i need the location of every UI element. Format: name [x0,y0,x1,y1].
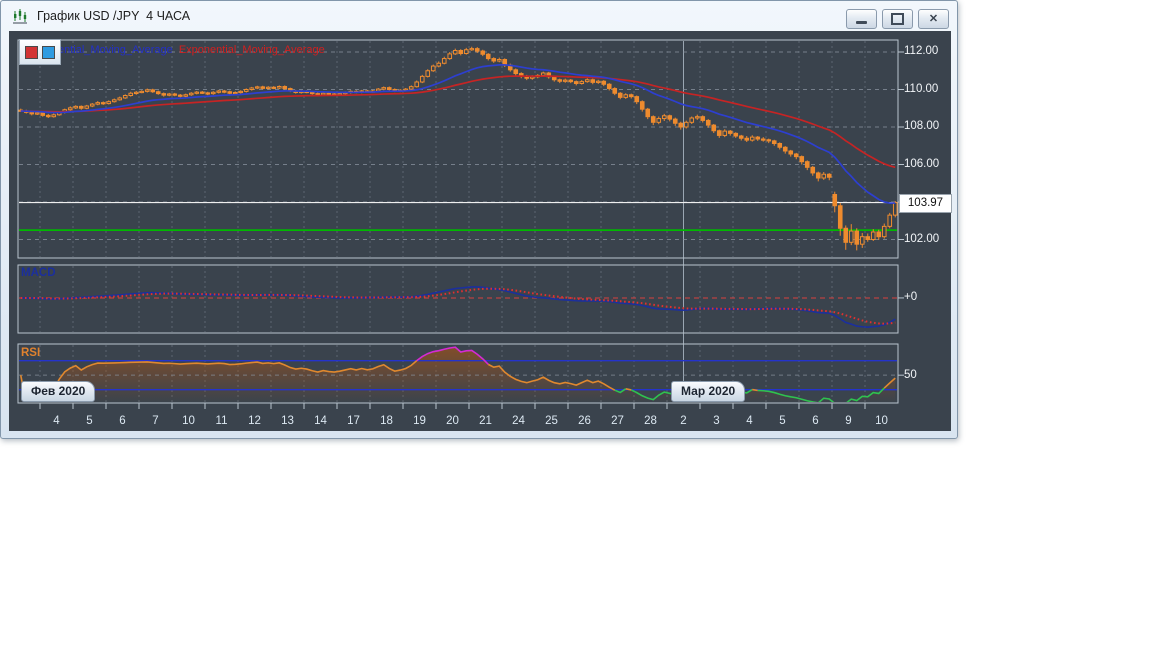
x-axis-label: 9 [845,415,852,427]
x-axis-label: 4 [746,415,753,427]
current-price-tag: 103.97 [899,194,952,213]
x-axis-label: 10 [875,415,888,427]
y-axis-label: 108.00 [904,120,940,132]
title-bar[interactable]: График USD /JPY 4 ЧАСА ✕ [1,1,957,30]
x-axis-label: 14 [314,415,327,427]
x-axis-label: 3 [713,415,720,427]
y-axis-label: 110.00 [904,82,939,95]
ema-slow-label: Exponential_Moving_Average [178,44,325,56]
macd-zero-axis-label: +0 [904,290,918,303]
y-axis-label: 102.00 [904,232,940,245]
month-tag-mar: Мар 2020 [671,381,746,402]
minimize-button[interactable] [846,9,877,29]
month-tag-feb: Фев 2020 [21,381,96,402]
x-axis-label: 28 [644,415,657,427]
x-axis-label: 6 [119,415,126,427]
x-axis-label: 19 [413,415,426,427]
restore-icon [891,13,904,25]
y-axis-label: 112.00 [904,45,939,57]
x-axis-label: 5 [779,415,786,427]
ema-fast-label: ential_Moving_Average [58,44,173,56]
x-axis-label: 27 [611,415,624,427]
x-axis-label: 7 [152,415,159,427]
x-axis-label: 6 [812,415,819,427]
chart-app-icon [13,8,27,23]
x-axis-label: 18 [380,415,393,427]
x-axis-label: 17 [347,415,360,427]
y-axis-label: 106.00 [904,157,940,170]
x-axis-label: 25 [545,415,558,427]
close-button[interactable]: ✕ [918,9,949,29]
red-indicator-swatch[interactable] [25,45,38,59]
x-axis-label: 2 [680,415,687,427]
window-controls: ✕ [846,9,949,29]
x-axis-label: 20 [446,415,459,427]
x-axis-label: 21 [479,415,492,427]
minimize-icon [856,21,867,24]
rsi-panel-label: RSI [21,347,41,359]
blue-indicator-swatch[interactable] [42,45,55,59]
x-axis-label: 11 [215,415,228,427]
rsi-mid-axis-label: 50 [904,369,917,381]
x-axis-label: 5 [86,415,93,427]
chart-canvas [17,39,904,409]
chart-area[interactable]: ential_Moving_Average Exponential_Moving… [9,31,952,431]
window-title: График USD /JPY 4 ЧАСА [37,8,191,23]
x-axis-label: 4 [53,415,60,427]
macd-panel-label: MACD [21,267,56,279]
close-icon: ✕ [928,12,939,25]
x-axis-label: 12 [248,415,261,427]
x-axis-label: 26 [578,415,591,427]
x-axis-label: 24 [512,415,525,427]
chart-window: График USD /JPY 4 ЧАСА ✕ ential_Moving_A… [0,0,958,439]
indicator-buttons[interactable] [19,39,61,65]
x-axis-label: 10 [182,415,195,427]
x-axis-label: 13 [281,415,294,427]
legend: ential_Moving_Average Exponential_Moving… [58,44,325,56]
restore-button[interactable] [882,9,913,29]
